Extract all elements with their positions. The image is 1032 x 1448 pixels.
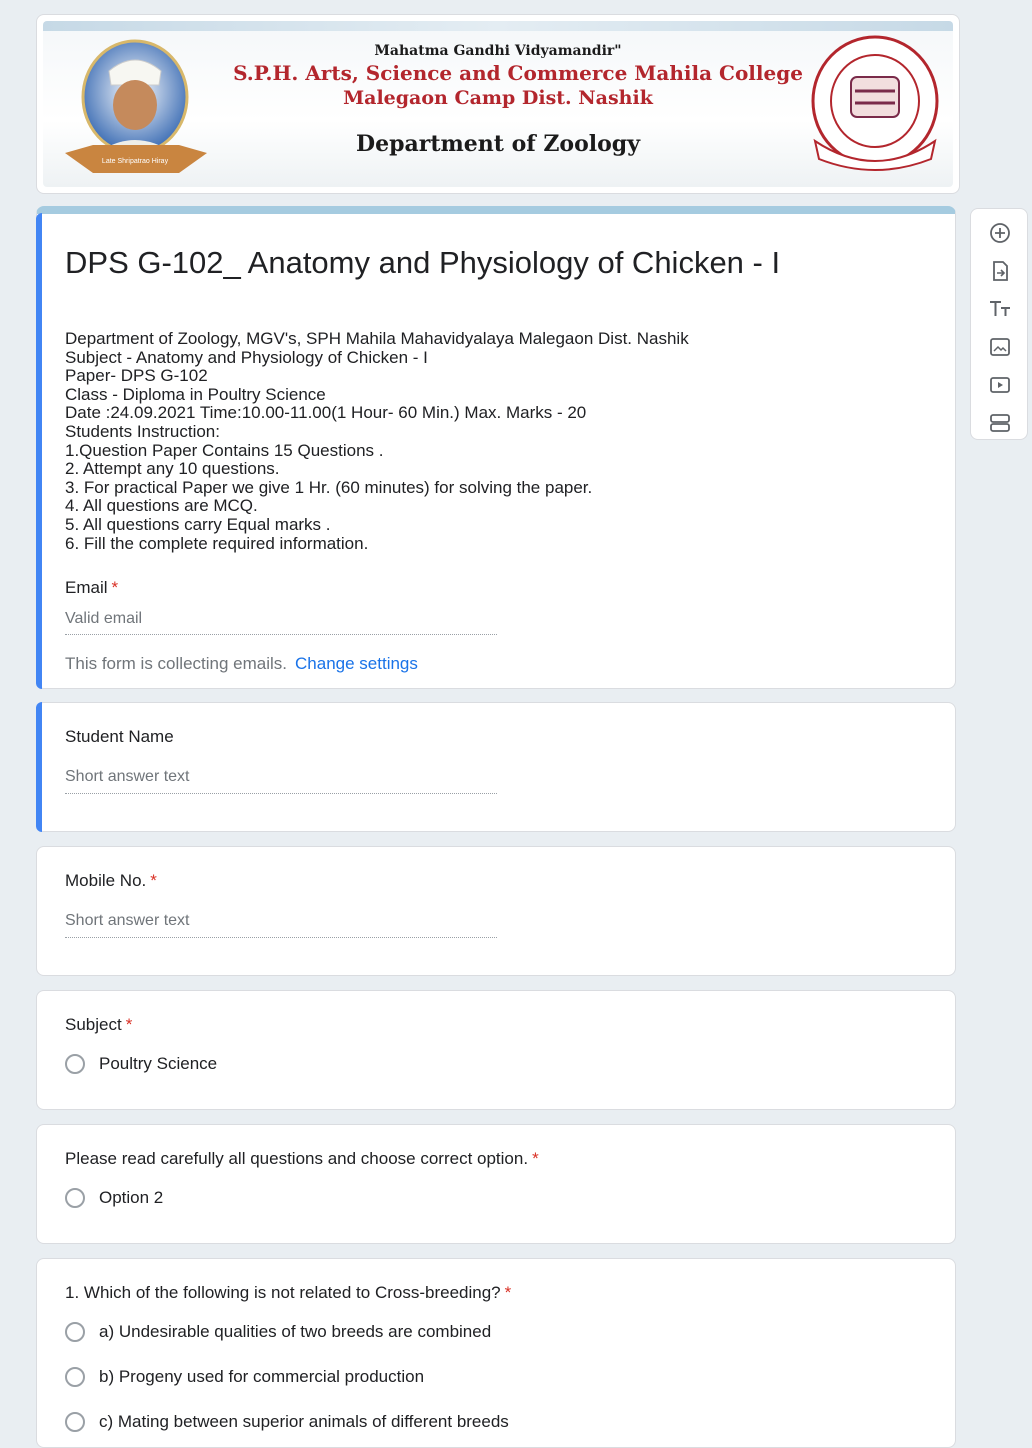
header-image: Late Shripatrao Hiray Mahatma Gandhi Vid… — [43, 21, 953, 187]
form-title[interactable]: DPS G-102_ Anatomy and Physiology of Chi… — [65, 244, 935, 282]
question-title-text: Please read carefully all questions and … — [65, 1149, 529, 1168]
radio-option[interactable]: Poultry Science — [65, 1054, 217, 1074]
short-answer-underline — [65, 937, 497, 938]
required-asterisk: * — [504, 1283, 512, 1302]
short-answer-field[interactable]: Short answer text — [65, 912, 190, 930]
question-title-text: 1. Which of the following is not related… — [65, 1283, 501, 1302]
change-settings-link[interactable]: Change settings — [295, 654, 418, 673]
email-note-text: This form is collecting emails. — [65, 654, 288, 673]
required-asterisk: * — [150, 871, 157, 890]
email-collection-note: This form is collecting emails. Change se… — [65, 654, 418, 674]
email-field[interactable]: Valid email — [65, 610, 142, 628]
question-title-text: Mobile No. — [65, 871, 147, 890]
radio-option[interactable]: c) Mating between superior animals of di… — [65, 1412, 509, 1432]
email-label: Email * — [65, 578, 118, 598]
question-card-q1[interactable]: 1. Which of the following is not related… — [36, 1258, 956, 1448]
radio-option-label: c) Mating between superior animals of di… — [99, 1412, 509, 1431]
banner-line-college: S.P.H. Arts, Science and Commerce Mahila… — [233, 61, 803, 85]
form-description[interactable]: Department of Zoology, MGV's, SPH Mahila… — [65, 329, 935, 553]
question-card-student-name[interactable]: Student Name Short answer text — [36, 702, 956, 832]
banner-stripe — [43, 21, 953, 31]
email-label-text: Email — [65, 578, 108, 597]
radio-button[interactable] — [65, 1367, 85, 1387]
radio-option-label: Option 2 — [99, 1188, 164, 1207]
form-title-card[interactable]: DPS G-102_ Anatomy and Physiology of Chi… — [36, 206, 956, 689]
svg-text:Late Shripatrao Hiray: Late Shripatrao Hiray — [102, 158, 169, 165]
question-title: 1. Which of the following is not related… — [65, 1283, 511, 1303]
add-image-icon[interactable] — [988, 335, 1012, 359]
short-answer-field[interactable]: Short answer text — [65, 768, 190, 786]
header-banner: Late Shripatrao Hiray Mahatma Gandhi Vid… — [36, 14, 960, 194]
required-asterisk: * — [111, 578, 119, 597]
radio-button[interactable] — [65, 1322, 85, 1342]
radio-option-label: a) Undesirable qualities of two breeds a… — [99, 1322, 492, 1341]
add-title-icon[interactable] — [988, 297, 1012, 321]
radio-option[interactable]: Option 2 — [65, 1188, 163, 1208]
required-asterisk: * — [125, 1015, 133, 1034]
radio-button[interactable] — [65, 1054, 85, 1074]
radio-option-label: Poultry Science — [99, 1054, 218, 1073]
radio-button[interactable] — [65, 1188, 85, 1208]
import-questions-icon[interactable] — [988, 259, 1012, 283]
question-title: Please read carefully all questions and … — [65, 1149, 539, 1169]
email-field-underline — [65, 634, 497, 635]
short-answer-underline — [65, 793, 497, 794]
required-asterisk: * — [532, 1149, 539, 1168]
radio-option[interactable]: a) Undesirable qualities of two breeds a… — [65, 1322, 491, 1342]
question-card-subject[interactable]: Subject * Poultry Science — [36, 990, 956, 1110]
radio-button[interactable] — [65, 1412, 85, 1432]
question-title: Subject * — [65, 1015, 132, 1035]
add-video-icon[interactable] — [988, 373, 1012, 397]
radio-option-label: b) Progeny used for commercial productio… — [99, 1367, 425, 1386]
question-card-mobile[interactable]: Mobile No. * Short answer text — [36, 846, 956, 976]
radio-option[interactable]: b) Progeny used for commercial productio… — [65, 1367, 424, 1387]
question-title-text: Subject — [65, 1015, 122, 1034]
college-seal-logo — [811, 35, 939, 171]
form-editor-toolbar — [970, 208, 1028, 440]
add-section-icon[interactable] — [988, 411, 1012, 435]
question-card-instruction[interactable]: Please read carefully all questions and … — [36, 1124, 956, 1244]
add-question-icon[interactable] — [988, 221, 1012, 245]
question-title: Mobile No. * — [65, 871, 157, 891]
question-title: Student Name — [65, 727, 174, 746]
